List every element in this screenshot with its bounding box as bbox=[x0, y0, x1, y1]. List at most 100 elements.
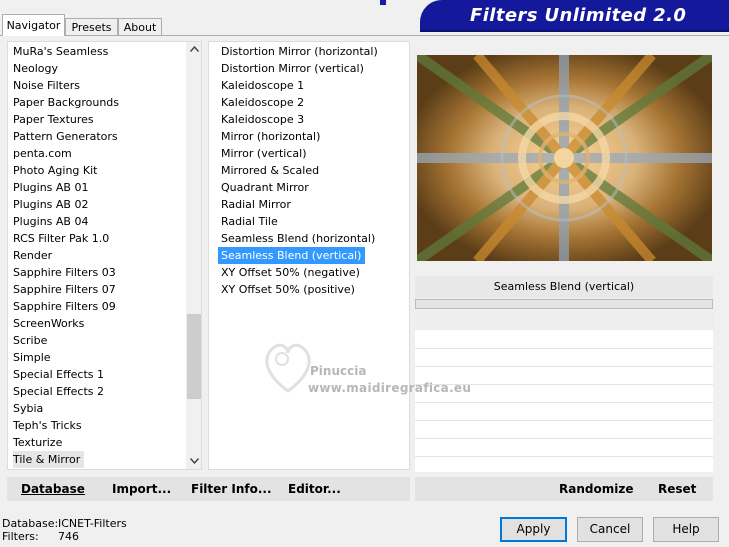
category-item[interactable]: Sapphire Filters 03 bbox=[8, 264, 186, 281]
left-action-bar: Database Import... Filter Info... Editor… bbox=[7, 477, 410, 501]
randomize-label: Randomize bbox=[559, 482, 634, 496]
category-item[interactable]: penta.com bbox=[8, 145, 186, 162]
preview-filter-name: Seamless Blend (vertical) bbox=[415, 276, 713, 298]
category-list: MuRa's Seamless Neology Noise Filters Paper… bbox=[8, 43, 186, 468]
apply-button[interactable]: Apply bbox=[500, 517, 567, 542]
category-item[interactable]: ScreenWorks bbox=[8, 315, 186, 332]
filter-item[interactable]: Mirror (horizontal) bbox=[209, 128, 409, 145]
filter-item[interactable]: Seamless Blend (vertical) bbox=[209, 247, 409, 264]
scrollbar-thumb[interactable] bbox=[187, 314, 201, 399]
category-item[interactable]: Sapphire Filters 09 bbox=[8, 298, 186, 315]
filters-count-label: Filters: bbox=[2, 530, 39, 543]
category-item[interactable]: Render bbox=[8, 247, 186, 264]
category-item-label: Paper Backgrounds bbox=[13, 96, 120, 109]
scroll-up-icon[interactable] bbox=[186, 42, 201, 58]
kaleidoscope-preview bbox=[417, 55, 712, 261]
filter-item[interactable]: Mirror (vertical) bbox=[209, 145, 409, 162]
filter-item[interactable]: Distortion Mirror (horizontal) bbox=[209, 43, 409, 60]
category-item[interactable]: MuRa's Seamless bbox=[8, 43, 186, 60]
category-item-label: penta.com bbox=[13, 147, 72, 160]
category-item-label: Neology bbox=[13, 62, 59, 75]
category-item[interactable]: Pattern Generators bbox=[8, 128, 186, 145]
filter-item-label: Distortion Mirror (horizontal) bbox=[221, 45, 378, 58]
filter-list: Distortion Mirror (horizontal) Distortion… bbox=[209, 43, 409, 298]
filter-list-panel: Distortion Mirror (horizontal) Distortion… bbox=[208, 41, 410, 470]
filter-item[interactable]: Kaleidoscope 3 bbox=[209, 111, 409, 128]
scroll-down-icon[interactable] bbox=[186, 454, 201, 469]
category-item-label: Sapphire Filters 07 bbox=[13, 283, 116, 296]
filter-item[interactable]: Mirrored & Scaled bbox=[209, 162, 409, 179]
filter-item[interactable]: Radial Mirror bbox=[209, 196, 409, 213]
import-label: Import... bbox=[112, 482, 172, 496]
category-item-label: Sapphire Filters 09 bbox=[13, 300, 116, 313]
help-button[interactable]: Help bbox=[653, 517, 719, 542]
filter-item[interactable]: Distortion Mirror (vertical) bbox=[209, 60, 409, 77]
category-item-label: Scribe bbox=[13, 334, 48, 347]
category-item-label: Photo Aging Kit bbox=[13, 164, 98, 177]
category-item-label: Simple bbox=[13, 351, 51, 364]
category-item[interactable]: Special Effects 1 bbox=[8, 366, 186, 383]
category-item-label: Tile & Mirror bbox=[13, 451, 85, 468]
filter-info-button[interactable]: Filter Info... bbox=[191, 477, 272, 501]
category-item-label: ScreenWorks bbox=[13, 317, 85, 330]
filter-item[interactable]: Radial Tile bbox=[209, 213, 409, 230]
filter-info-label: Filter Info... bbox=[191, 482, 272, 496]
tab-presets[interactable]: Presets bbox=[65, 18, 118, 36]
category-item-label: Plugins AB 02 bbox=[13, 198, 89, 211]
category-item[interactable]: Tile & Mirror bbox=[8, 451, 186, 468]
category-item[interactable]: Texturize bbox=[8, 434, 186, 451]
category-item[interactable]: Neology bbox=[8, 60, 186, 77]
filter-item[interactable]: XY Offset 50% (positive) bbox=[209, 281, 409, 298]
watermark-name: Pinuccia bbox=[310, 364, 367, 378]
cancel-button[interactable]: Cancel bbox=[577, 517, 643, 542]
category-item[interactable]: Teph's Tricks bbox=[8, 417, 186, 434]
category-item[interactable]: Paper Backgrounds bbox=[8, 94, 186, 111]
filter-item[interactable]: XY Offset 50% (negative) bbox=[209, 264, 409, 281]
tab-navigator[interactable]: Navigator bbox=[2, 14, 65, 36]
database-label: Database bbox=[21, 482, 85, 496]
filter-item[interactable]: Kaleidoscope 1 bbox=[209, 77, 409, 94]
category-item-label: Special Effects 2 bbox=[13, 385, 105, 398]
category-item-label: Texturize bbox=[13, 436, 63, 449]
category-item[interactable]: Noise Filters bbox=[8, 77, 186, 94]
tab-about[interactable]: About bbox=[118, 18, 162, 36]
category-item-label: Plugins AB 04 bbox=[13, 215, 89, 228]
parameter-header bbox=[415, 312, 713, 330]
filter-item-label: XY Offset 50% (negative) bbox=[221, 266, 360, 279]
category-item[interactable]: Photo Aging Kit bbox=[8, 162, 186, 179]
reset-button[interactable]: Reset bbox=[658, 477, 696, 501]
category-item[interactable]: RCS Filter Pak 1.0 bbox=[8, 230, 186, 247]
filter-preview-image bbox=[417, 55, 712, 261]
filter-item[interactable]: Kaleidoscope 2 bbox=[209, 94, 409, 111]
filter-item-label-selected: Seamless Blend (vertical) bbox=[218, 247, 366, 264]
category-item[interactable]: Sapphire Filters 07 bbox=[8, 281, 186, 298]
category-item-label: Special Effects 1 bbox=[13, 368, 105, 381]
reset-label: Reset bbox=[658, 482, 697, 496]
parameter-row bbox=[415, 438, 713, 439]
category-item[interactable]: Special Effects 2 bbox=[8, 383, 186, 400]
filter-item[interactable]: Seamless Blend (horizontal) bbox=[209, 230, 409, 247]
category-item-label: Plugins AB 01 bbox=[13, 181, 89, 194]
category-item[interactable]: Sybia bbox=[8, 400, 186, 417]
category-item[interactable]: Simple bbox=[8, 349, 186, 366]
category-item[interactable]: Scribe bbox=[8, 332, 186, 349]
category-item-label: Sapphire Filters 03 bbox=[13, 266, 116, 279]
filter-item-label: Radial Tile bbox=[221, 215, 278, 228]
randomize-button[interactable]: Randomize bbox=[559, 477, 633, 501]
category-scrollbar[interactable] bbox=[186, 42, 201, 469]
category-item[interactable]: Paper Textures bbox=[8, 111, 186, 128]
category-item[interactable]: Plugins AB 02 bbox=[8, 196, 186, 213]
filter-item[interactable]: Quadrant Mirror bbox=[209, 179, 409, 196]
editor-button[interactable]: Editor... bbox=[288, 477, 341, 501]
category-item-label: Sybia bbox=[13, 402, 44, 415]
import-button[interactable]: Import... bbox=[112, 477, 171, 501]
filter-item-label: Radial Mirror bbox=[221, 198, 291, 211]
category-item-label: RCS Filter Pak 1.0 bbox=[13, 232, 110, 245]
category-list-panel: MuRa's Seamless Neology Noise Filters Paper… bbox=[7, 41, 202, 470]
category-item[interactable]: Plugins AB 04 bbox=[8, 213, 186, 230]
filter-item-label: XY Offset 50% (positive) bbox=[221, 283, 355, 296]
category-item[interactable]: Plugins AB 01 bbox=[8, 179, 186, 196]
right-action-bar: Randomize Reset bbox=[415, 477, 713, 501]
filter-item-label: Quadrant Mirror bbox=[221, 181, 309, 194]
database-button[interactable]: Database bbox=[21, 477, 85, 501]
